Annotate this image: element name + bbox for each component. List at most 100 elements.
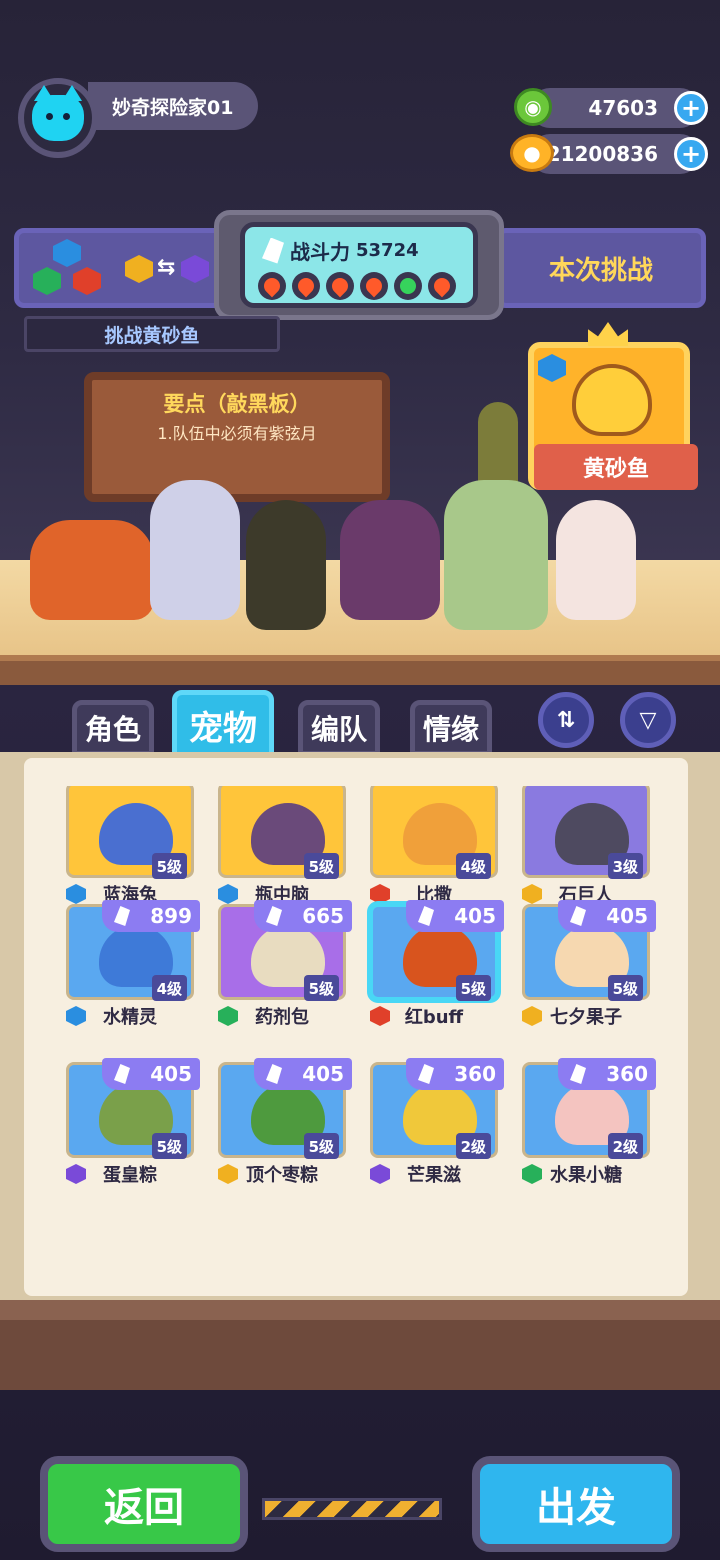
pet-art: 5级 bbox=[66, 786, 194, 879]
team-member-demon[interactable] bbox=[340, 500, 440, 620]
stage-edge bbox=[0, 655, 720, 685]
pet-art: 4级 bbox=[370, 786, 498, 879]
pet-power: 405 bbox=[558, 900, 656, 932]
fire-slot-icon bbox=[292, 272, 320, 300]
challenge-target: 挑战黄砂鱼 bbox=[24, 316, 280, 352]
pet-level: 5级 bbox=[151, 853, 187, 879]
tab-formation[interactable]: 编队 bbox=[298, 700, 380, 756]
power-icon bbox=[266, 1064, 282, 1084]
depart-button[interactable]: 出发 bbox=[472, 1456, 680, 1552]
current-challenge-panel[interactable]: 本次挑战 bbox=[496, 228, 706, 308]
sort-icon: ⇅ bbox=[556, 707, 576, 733]
power-value: 53724 bbox=[356, 240, 419, 261]
tab-label: 宠物 bbox=[189, 708, 257, 749]
power-icon bbox=[114, 1064, 130, 1084]
team-member-shark[interactable] bbox=[246, 500, 326, 630]
add-coins-button[interactable]: + bbox=[674, 137, 708, 171]
pet-power: 899 bbox=[102, 900, 200, 932]
pet-level: 5级 bbox=[455, 975, 491, 1001]
pet-name: 顶个枣粽 bbox=[246, 1165, 318, 1186]
tab-label: 情缘 bbox=[422, 713, 479, 746]
fire-slot-icon bbox=[326, 272, 354, 300]
player-avatar[interactable] bbox=[18, 78, 98, 158]
player-name-bar[interactable]: 妙奇探险家01 bbox=[88, 82, 258, 130]
pet-card[interactable]: 5级 405 七夕果子 bbox=[516, 900, 656, 1054]
pet-power-value: 899 bbox=[150, 904, 192, 928]
add-gems-button[interactable]: + bbox=[674, 91, 708, 125]
pet-power: 360 bbox=[558, 1058, 656, 1090]
fire-element-icon bbox=[73, 267, 101, 295]
fire-slot-icon bbox=[428, 272, 456, 300]
pet-level: 5级 bbox=[303, 1133, 339, 1159]
pet-grid[interactable]: 5级 蓝海兔 5级 瓶中脑 4级 比撒 3级 石巨人 4级 899 水精灵 5级 665 药剂包 5级 405… bbox=[60, 786, 660, 1206]
pet-power-value: 405 bbox=[454, 904, 496, 928]
dark-element-icon bbox=[181, 255, 209, 283]
wood-slot-icon bbox=[394, 272, 422, 300]
pet-level: 5级 bbox=[607, 975, 643, 1001]
power-icon bbox=[570, 906, 586, 926]
team-member-red-buff[interactable] bbox=[30, 520, 154, 620]
pet-level: 5级 bbox=[303, 853, 339, 879]
pet-art: 3级 bbox=[522, 786, 650, 879]
power-icon bbox=[266, 906, 282, 926]
pet-name: 蛋皇粽 bbox=[103, 1165, 157, 1186]
notice-text: 1.队伍中必须有紫弦月 bbox=[157, 424, 317, 443]
filter-icon: ▽ bbox=[639, 707, 657, 733]
pet-card[interactable]: 5级 665 药剂包 bbox=[212, 900, 352, 1054]
tab-pets[interactable]: 宠物 bbox=[172, 690, 274, 760]
back-button[interactable]: 返回 bbox=[40, 1456, 248, 1552]
pet-name: 红buff bbox=[404, 1007, 464, 1028]
pet-level: 3级 bbox=[607, 853, 643, 879]
pet-card[interactable]: 5级 405 蛋皇粽 bbox=[60, 1058, 200, 1206]
pet-level: 4级 bbox=[151, 975, 187, 1001]
pet-level: 2级 bbox=[607, 1133, 643, 1159]
pet-art: 5级 bbox=[218, 786, 346, 879]
hazard-stripe bbox=[262, 1498, 442, 1520]
tab-bonds[interactable]: 情缘 bbox=[410, 700, 492, 756]
pet-card[interactable]: 5级 405 红buff bbox=[364, 900, 504, 1054]
pet-name: 七夕果子 bbox=[550, 1007, 622, 1028]
pet-level: 4级 bbox=[455, 853, 491, 879]
pet-power: 405 bbox=[254, 1058, 352, 1090]
swap-icon: ⇆ bbox=[157, 255, 176, 280]
team-member-forest[interactable] bbox=[444, 480, 548, 630]
power-icon bbox=[114, 906, 130, 926]
boss-name: 黄砂鱼 bbox=[534, 444, 698, 490]
pet-power-value: 360 bbox=[454, 1062, 496, 1086]
gold-planet-icon: ● bbox=[510, 134, 554, 172]
power-icon bbox=[418, 1064, 434, 1084]
filter-button[interactable]: ▽ bbox=[620, 692, 676, 748]
wood-element-icon bbox=[33, 267, 61, 295]
pet-level: 2级 bbox=[455, 1133, 491, 1159]
yellow-sandfish-portrait bbox=[572, 364, 652, 436]
pet-power-value: 360 bbox=[606, 1062, 648, 1086]
pet-card[interactable]: 4级 899 水精灵 bbox=[60, 900, 200, 1054]
tab-characters[interactable]: 角色 bbox=[72, 700, 154, 756]
pet-power-value: 405 bbox=[606, 904, 648, 928]
pet-power-value: 405 bbox=[302, 1062, 344, 1086]
power-icon bbox=[418, 906, 434, 926]
pet-level: 5级 bbox=[303, 975, 339, 1001]
pet-card[interactable]: 5级 405 顶个枣粽 bbox=[212, 1058, 352, 1206]
pet-name: 药剂包 bbox=[255, 1007, 309, 1028]
pet-name: 水果小糖 bbox=[550, 1165, 622, 1186]
depart-label: 出发 bbox=[536, 1485, 616, 1531]
pet-power: 665 bbox=[254, 900, 352, 932]
pet-power-value: 665 bbox=[302, 904, 344, 928]
fire-slot-icon bbox=[360, 272, 388, 300]
pet-card[interactable]: 2级 360 水果小糖 bbox=[516, 1058, 656, 1206]
cat-avatar-icon bbox=[32, 85, 84, 141]
team-member-girl[interactable] bbox=[556, 500, 636, 620]
team-member-knight[interactable] bbox=[150, 480, 240, 620]
power-icon bbox=[262, 237, 284, 264]
pet-card[interactable]: 2级 360 芒果滋 bbox=[364, 1058, 504, 1206]
tab-label: 角色 bbox=[84, 713, 141, 746]
player-name: 妙奇探险家01 bbox=[112, 96, 234, 119]
sort-button[interactable]: ⇅ bbox=[538, 692, 594, 748]
gem-amount: 47603 bbox=[588, 96, 658, 120]
element-panel[interactable]: ⇆ bbox=[14, 228, 226, 308]
tab-label: 编队 bbox=[310, 713, 367, 746]
pet-level: 5级 bbox=[151, 1133, 187, 1159]
current-challenge-label: 本次挑战 bbox=[548, 255, 653, 286]
back-label: 返回 bbox=[104, 1485, 184, 1531]
